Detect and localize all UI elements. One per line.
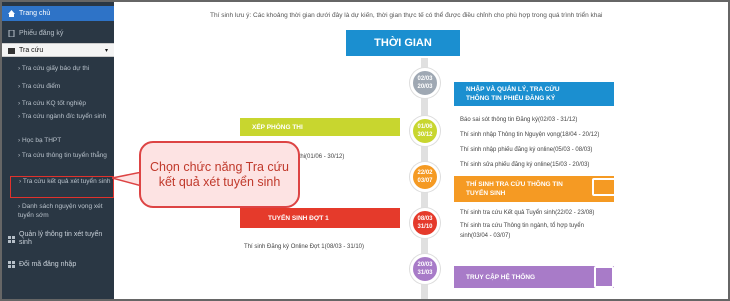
- sidebar-change-code-label: Đổi mã đăng nhập: [19, 260, 77, 268]
- sidebar-item-register[interactable]: Phiếu đăng ký: [2, 26, 114, 40]
- sidebar-subitem-scores[interactable]: › Tra cứu điểm: [18, 82, 112, 91]
- callout-pointer: [112, 172, 142, 186]
- sidebar-subitem-graduation[interactable]: › Tra cứu KQ tốt nghiệp: [18, 99, 112, 108]
- date-node: 20/03 31/03: [410, 254, 440, 284]
- sidebar-home-label: Trang chủ: [19, 10, 51, 17]
- banner-lookup-info: THÍ SINH TRA CỨU THÔNG TIN TUYỂN SINH: [454, 176, 614, 202]
- date-node: 02/03 20/03: [410, 68, 440, 98]
- monitor-icon: [592, 178, 616, 196]
- sidebar-register-label: Phiếu đăng ký: [19, 29, 64, 37]
- banner-system-access: TRUY CẬP HỆ THỐNG: [454, 266, 614, 288]
- sidebar-subitem-early-wishes[interactable]: › Danh sách nguyện vọng xét tuyển sớm: [18, 202, 112, 220]
- sidebar-item-manage[interactable]: Quản lý thông tin xét tuyển sinh: [2, 230, 114, 248]
- register-list: Báo sai sót thông tin Đăng ký(02/03 - 31…: [460, 117, 600, 168]
- sidebar-subitem-exam-notice[interactable]: › Tra cứu giấy báo dự thi: [18, 64, 112, 73]
- date-node: 01/06 30/12: [410, 116, 440, 146]
- round-1-list: Thí sinh Đăng ký Online Đợt 1(08/03 - 31…: [244, 244, 364, 250]
- grid-icon: [8, 235, 15, 243]
- document-icon: [8, 29, 15, 37]
- sidebar-lookup-label: Tra cứu: [19, 46, 44, 54]
- sidebar-subitem-admission-results[interactable]: › Tra cứu kết quả xét tuyển sinh: [10, 176, 114, 198]
- notice-text: Thí sinh lưu ý: Các khoảng thời gian dướ…: [210, 12, 603, 19]
- sidebar-item-home[interactable]: Trang chủ: [2, 6, 114, 21]
- grid-icon: [8, 260, 15, 268]
- banner-register: NHẬP VÀ QUẢN LÝ, TRA CỨU THÔNG TIN PHIẾU …: [454, 82, 614, 106]
- folder-icon: [8, 47, 15, 54]
- date-node: 22/02 03/07: [410, 162, 440, 192]
- phone-icon: [594, 266, 614, 288]
- sidebar-item-change-code[interactable]: Đổi mã đăng nhập: [2, 258, 114, 270]
- sidebar-manage-label: Quản lý thông tin xét tuyển sinh: [19, 231, 103, 246]
- banner-round-1: TUYỂN SINH ĐỢT 1: [240, 208, 400, 228]
- date-node: 08/03 31/10: [410, 208, 440, 238]
- sidebar-item-lookup[interactable]: Tra cứu ▾: [2, 43, 114, 57]
- chevron-down-icon: ▾: [104, 47, 108, 54]
- sidebar-subitem-direct-admission[interactable]: › Tra cứu thông tin tuyển thẳng: [18, 151, 112, 160]
- timeline-ribbon: THỜI GIAN: [334, 30, 472, 56]
- home-icon: [8, 10, 15, 17]
- lookup-info-list: Thí sinh tra cứu Kết quả Tuyển sinh(22/0…: [460, 210, 595, 239]
- sidebar: Trang chủ Phiếu đăng ký Tra cứu ▾ › Tra …: [2, 2, 114, 299]
- banner-exam-room: XẾP PHÒNG THI: [240, 118, 400, 136]
- sidebar-subitem-transcript[interactable]: › Học bạ THPT: [18, 136, 112, 145]
- instruction-callout: Chọn chức năng Tra cứu kết quả xét tuyển…: [139, 141, 300, 208]
- document-icon: [594, 84, 614, 106]
- sidebar-subitem-majors[interactable]: › Tra cứu ngành đ/c tuyển sinh: [18, 112, 112, 121]
